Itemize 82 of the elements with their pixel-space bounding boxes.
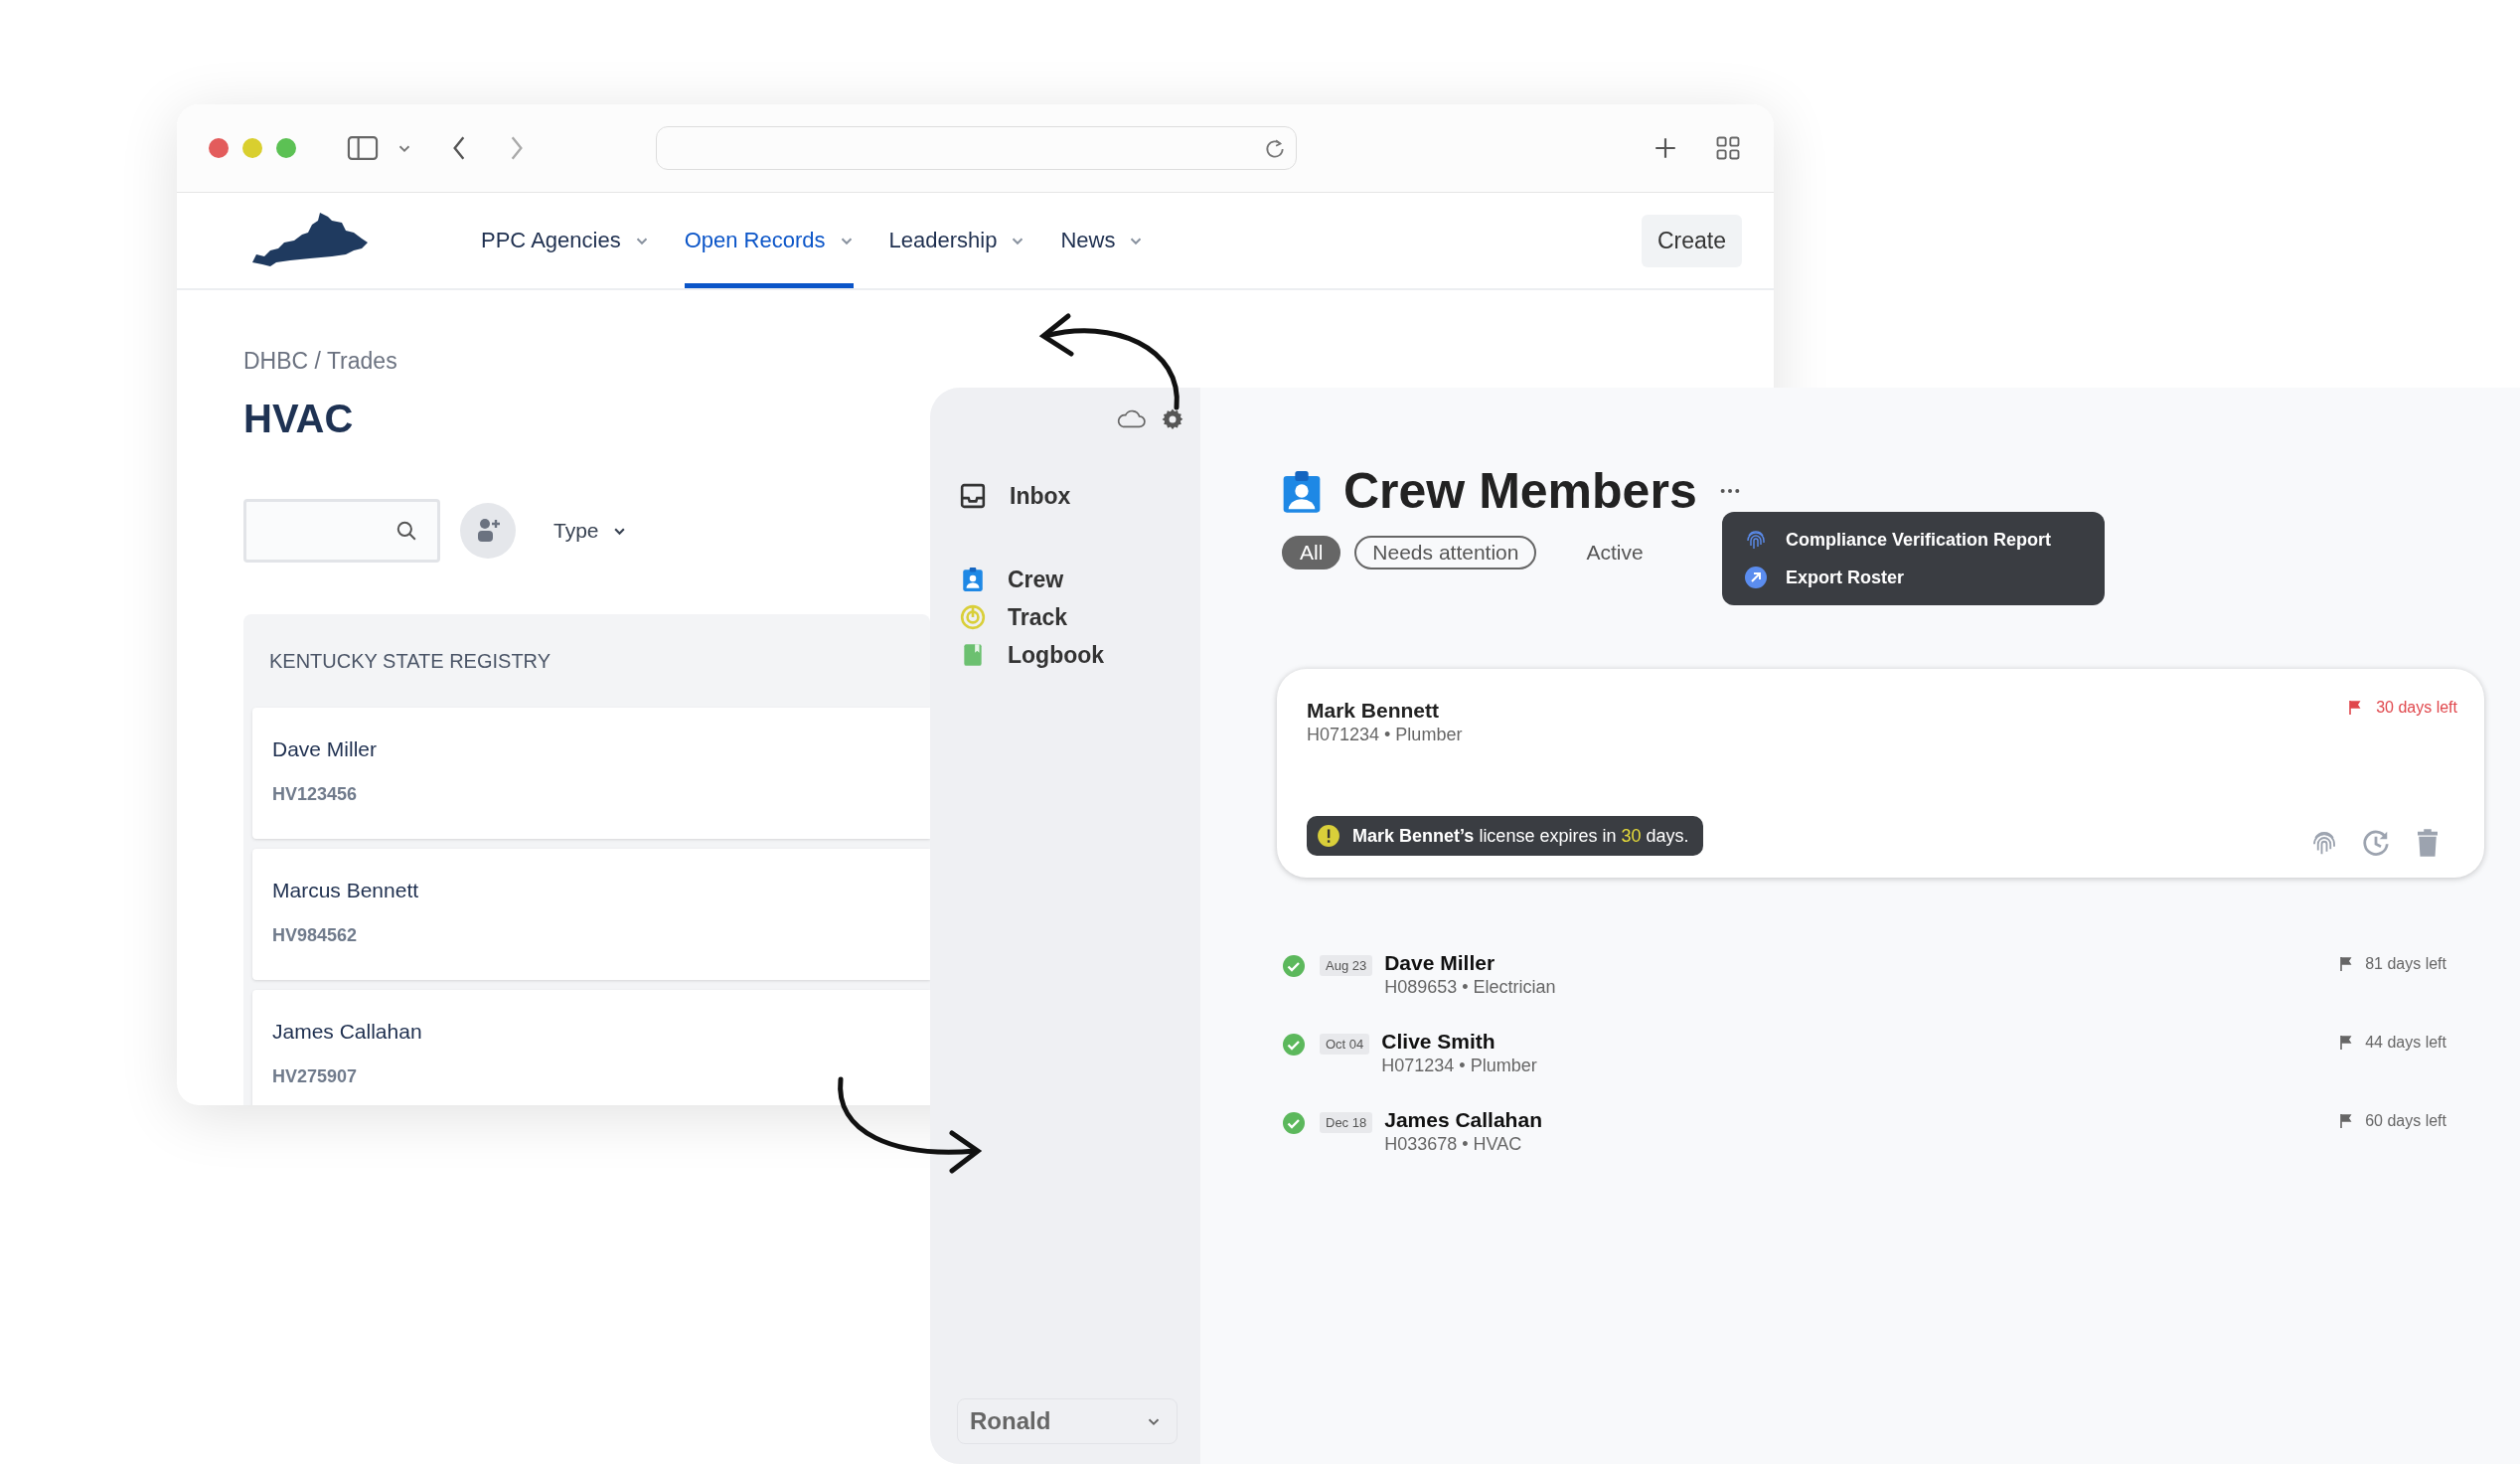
member-name: Dave Miller (1384, 951, 1496, 975)
filter-tab[interactable]: Active (1568, 536, 1661, 569)
member-row[interactable]: Aug 23 Dave Miller H089653 • Electrician 81 days left (1282, 951, 2446, 998)
sidebar-item[interactable]: Logbook (960, 636, 1200, 674)
page-title: HVAC (243, 397, 354, 441)
nav-menu-item[interactable]: News (1060, 193, 1144, 288)
menu-item[interactable]: Compliance Verification Report (1744, 528, 2083, 552)
sidebar-item[interactable]: Track (960, 598, 1200, 636)
chevron-down-icon (1147, 1416, 1161, 1426)
forward-icon[interactable] (509, 135, 525, 161)
more-icon[interactable] (1718, 488, 1741, 494)
id-badge-icon (1282, 469, 1322, 513)
license-number: HV275907 (272, 1066, 358, 1087)
reload-icon[interactable] (1264, 137, 1286, 159)
member-details: H089653 • Electrician (1384, 977, 1556, 998)
member-row[interactable]: Oct 04 Clive Smith H071234 • Plumber 44 days left (1282, 1030, 2446, 1076)
alert-message: Mark Bennet’s license expires in 30 days. (1352, 825, 1689, 847)
chevron-down-icon[interactable] (397, 143, 411, 153)
registry-card[interactable]: Dave Miller HV123456 (252, 708, 930, 839)
date-tag: Oct 04 (1320, 1034, 1370, 1055)
close-window-button[interactable] (209, 138, 229, 158)
history-icon[interactable] (2361, 828, 2391, 858)
person-name: Marcus Bennett (272, 879, 419, 902)
member-name: Clive Smith (1381, 1030, 1496, 1054)
registry-card[interactable]: Marcus Bennett HV984562 (252, 849, 930, 980)
chevron-down-icon (634, 236, 649, 245)
cloud-icon[interactable] (1115, 408, 1147, 430)
flag-icon (2339, 956, 2354, 972)
page-title: Crew Members (1343, 462, 1697, 520)
member-details: H071234 • Plumber (1381, 1056, 1537, 1076)
filter-tab[interactable]: Needs attention (1354, 536, 1537, 569)
tab-overview-icon[interactable] (1714, 134, 1742, 162)
breadcrumb: DHBC / Trades (243, 348, 397, 375)
create-button[interactable]: Create (1641, 214, 1742, 267)
filter-tab[interactable]: All (1282, 536, 1341, 569)
registry-heading: KENTUCKY STATE REGISTRY (268, 649, 551, 674)
target-icon (960, 604, 986, 630)
nav-menu-item[interactable]: PPC Agencies (481, 193, 649, 288)
license-number: HV984562 (272, 925, 358, 946)
flag-icon (2339, 1035, 2354, 1051)
menu-item[interactable]: Export Roster (1744, 566, 2083, 589)
sidebar-item[interactable]: Inbox (960, 477, 1200, 515)
inbox-tray-icon (960, 483, 986, 509)
user-dropdown[interactable]: Ronald (957, 1398, 1178, 1444)
chevron-down-icon (1011, 236, 1025, 245)
member-row[interactable]: Dec 18 James Callahan H033678 • HVAC 60 days left (1282, 1108, 2446, 1155)
date-tag: Dec 18 (1320, 1112, 1373, 1133)
chevron-down-icon (612, 526, 626, 536)
member-details: H033678 • HVAC (1384, 1134, 1523, 1155)
days-left-label: 30 days left (2376, 699, 2457, 717)
flag-icon (2348, 700, 2363, 716)
chevron-down-icon (1129, 236, 1144, 245)
sidebar-toggle-icon[interactable] (346, 135, 380, 161)
license-number: HV123456 (272, 784, 358, 805)
sidebar-item[interactable]: Crew (960, 561, 1200, 598)
member-name: James Callahan (1384, 1108, 1542, 1132)
member-details: H071234 • Plumber (1307, 725, 1463, 745)
search-field[interactable] (243, 499, 440, 563)
search-icon (395, 520, 417, 542)
person-name: James Callahan (272, 1020, 422, 1044)
back-icon[interactable] (451, 135, 467, 161)
days-left-label: 60 days left (2365, 1112, 2446, 1130)
id-badge-icon (960, 567, 986, 592)
nav-menu-item[interactable]: Open Records (684, 193, 854, 288)
address-field[interactable] (656, 126, 1297, 170)
registry-card[interactable]: James Callahan HV275907 (252, 990, 930, 1105)
days-left-label: 81 days left (2365, 955, 2446, 973)
settings-icon[interactable] (1161, 407, 1184, 431)
new-tab-icon[interactable] (1653, 135, 1678, 161)
chevron-down-icon (839, 236, 854, 245)
person-name: Dave Miller (272, 737, 378, 761)
date-tag: Aug 23 (1320, 955, 1373, 976)
flag-icon (2339, 1113, 2354, 1129)
nav-menu-item[interactable]: Leadership (888, 193, 1025, 288)
type-filter-dropdown[interactable]: Type (553, 519, 626, 543)
member-name: Mark Bennett (1307, 699, 1441, 723)
maximize-window-button[interactable] (276, 138, 296, 158)
add-person-button[interactable] (460, 503, 516, 559)
fingerprint-icon (1744, 528, 1768, 552)
warning-icon (1317, 824, 1340, 848)
days-left-label: 44 days left (2365, 1034, 2446, 1052)
member-card[interactable]: Mark Bennett H071234 • Plumber 30 days left Mark Bennet’s license expires in 30 days. (1277, 669, 2484, 878)
